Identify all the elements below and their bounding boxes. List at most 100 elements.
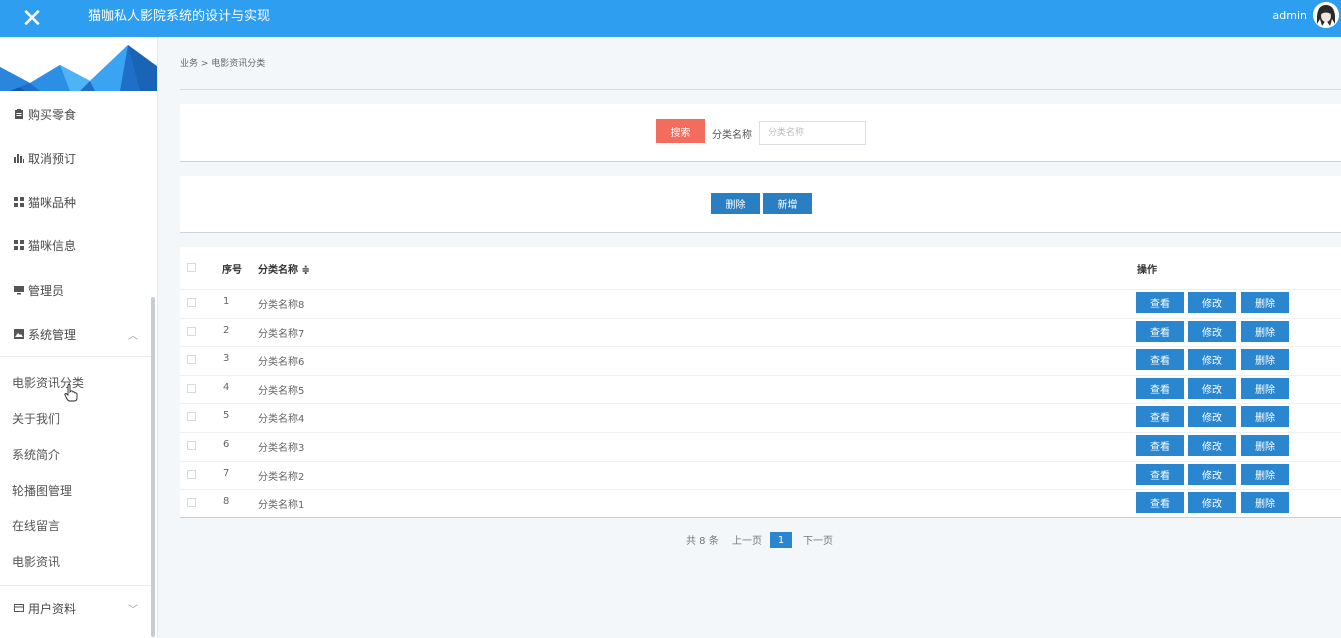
- sidebar-scrollbar[interactable]: [151, 297, 155, 637]
- view-button[interactable]: 查看: [1136, 435, 1184, 456]
- table-row: [180, 289, 1341, 290]
- row-index: 4: [223, 381, 230, 393]
- row-checkbox[interactable]: [187, 298, 196, 307]
- sidebar: 购买零食 取消预订 猫咪品种 猫咪信息 管理员 系统管理 ︿ 电影资讯分类 关于…: [0, 37, 158, 638]
- row-checkbox[interactable]: [187, 441, 196, 450]
- grid-icon: [14, 240, 24, 250]
- pagination-current-page[interactable]: 1: [770, 532, 792, 548]
- row-index: 2: [223, 324, 230, 336]
- table-row: [180, 489, 1341, 491]
- chevron-up-icon: ︿: [128, 330, 138, 342]
- top-bar: ✕ 猫咖私人影院系统的设计与实现 admin: [0, 0, 1341, 37]
- row-index: 7: [223, 467, 230, 479]
- view-button[interactable]: 查看: [1136, 349, 1184, 371]
- sidebar-item-admin[interactable]: 管理员: [0, 272, 152, 308]
- edit-button[interactable]: 修改: [1188, 377, 1236, 399]
- divider: [180, 89, 1341, 90]
- row-delete-button[interactable]: 删除: [1241, 492, 1289, 514]
- avatar[interactable]: [1313, 2, 1339, 28]
- table-row: [180, 432, 1341, 433]
- edit-button[interactable]: 修改: [1188, 406, 1236, 428]
- delete-button[interactable]: 删除: [711, 193, 760, 214]
- action-panel: [180, 176, 1341, 232]
- row-category-name: 分类名称7: [258, 328, 305, 340]
- table-row: [180, 460, 1341, 462]
- row-checkbox[interactable]: [187, 383, 196, 393]
- sidebar-item-label: 管理员: [28, 283, 65, 298]
- table-row: [180, 403, 1341, 405]
- row-delete-button[interactable]: 删除: [1241, 406, 1289, 428]
- column-header-index: 序号: [222, 265, 242, 276]
- sidebar-subitem-carousel[interactable]: 轮播图管理: [12, 482, 72, 499]
- sidebar-subitem-messages[interactable]: 在线留言: [12, 517, 60, 534]
- sidebar-subitem-system-intro[interactable]: 系统简介: [12, 446, 60, 463]
- user-name[interactable]: admin: [1273, 0, 1307, 32]
- sidebar-subitem-about-us[interactable]: 关于我们: [12, 410, 60, 427]
- edit-button[interactable]: 修改: [1188, 492, 1236, 514]
- app-title: 猫咖私人影院系统的设计与实现: [88, 9, 271, 24]
- table-row: [180, 374, 1341, 376]
- row-category-name: 分类名称1: [258, 500, 305, 512]
- row-index: 5: [223, 410, 230, 422]
- select-all-checkbox[interactable]: [187, 263, 196, 272]
- row-checkbox[interactable]: [187, 469, 196, 479]
- edit-button[interactable]: 修改: [1188, 349, 1236, 371]
- sidebar-item-cancel-booking[interactable]: 取消预订: [0, 140, 152, 176]
- card-icon: [14, 604, 24, 612]
- pagination-next[interactable]: 下一页: [803, 532, 833, 547]
- row-category-name: 分类名称4: [258, 414, 305, 426]
- row-checkbox[interactable]: [187, 355, 196, 365]
- row-delete-button[interactable]: 删除: [1241, 463, 1289, 485]
- view-button[interactable]: 查看: [1136, 377, 1184, 399]
- chevron-down-icon: ﹀: [128, 604, 138, 616]
- view-button[interactable]: 查看: [1136, 292, 1184, 313]
- view-button[interactable]: 查看: [1136, 320, 1184, 342]
- sidebar-subitem-movie-news[interactable]: 电影资讯: [12, 553, 60, 570]
- row-checkbox[interactable]: [187, 412, 196, 422]
- row-delete-button[interactable]: 删除: [1241, 349, 1289, 371]
- sidebar-item-system-management[interactable]: 系统管理 ︿: [0, 316, 152, 352]
- pagination-total: 共 8 条: [686, 536, 719, 547]
- grid-icon: [14, 197, 24, 207]
- search-button[interactable]: 搜索: [656, 119, 705, 143]
- monitor-icon: [14, 286, 24, 295]
- hand-cursor-icon: [64, 384, 78, 402]
- view-button[interactable]: 查看: [1136, 463, 1184, 485]
- sidebar-item-buy-snacks[interactable]: 购买零食: [0, 96, 152, 132]
- image-icon: [14, 329, 24, 339]
- edit-button[interactable]: 修改: [1188, 435, 1236, 456]
- pagination-prev[interactable]: 上一页: [732, 532, 762, 547]
- row-delete-button[interactable]: 删除: [1241, 320, 1289, 342]
- sidebar-item-cat-breeds[interactable]: 猫咪品种: [0, 184, 152, 220]
- row-index: 6: [223, 439, 230, 450]
- row-checkbox[interactable]: [187, 326, 196, 336]
- row-delete-button[interactable]: 删除: [1241, 377, 1289, 399]
- search-label: 分类名称: [712, 130, 752, 141]
- sidebar-item-label: 用户资料: [28, 601, 77, 616]
- column-header-name[interactable]: 分类名称 ≑: [258, 261, 310, 276]
- add-button[interactable]: 新增: [763, 193, 812, 214]
- edit-button[interactable]: 修改: [1188, 292, 1236, 313]
- bar-chart-icon: [14, 154, 24, 163]
- clipboard-icon: [15, 109, 23, 119]
- view-button[interactable]: 查看: [1136, 406, 1184, 428]
- breadcrumb: 业务 > 电影资讯分类: [180, 59, 266, 69]
- row-checkbox[interactable]: [187, 498, 196, 508]
- sidebar-item-label: 取消预订: [28, 151, 77, 166]
- close-icon[interactable]: ✕: [0, 0, 64, 37]
- row-delete-button[interactable]: 删除: [1241, 435, 1289, 456]
- table-row: [180, 346, 1341, 348]
- edit-button[interactable]: 修改: [1188, 320, 1236, 342]
- edit-button[interactable]: 修改: [1188, 463, 1236, 485]
- sidebar-item-label: 猫咪信息: [28, 238, 77, 253]
- view-button[interactable]: 查看: [1136, 492, 1184, 514]
- table-row: [180, 317, 1341, 319]
- row-index: 1: [223, 296, 230, 307]
- row-delete-button[interactable]: 删除: [1241, 292, 1289, 313]
- sidebar-item-cat-info[interactable]: 猫咪信息: [0, 227, 152, 263]
- sidebar-item-user-profile[interactable]: 用户资料 ﹀: [0, 590, 152, 626]
- search-input[interactable]: 分类名称: [759, 121, 866, 145]
- row-category-name: 分类名称2: [258, 471, 305, 483]
- sidebar-banner: [0, 37, 157, 91]
- column-header-operations: 操作: [1137, 265, 1157, 276]
